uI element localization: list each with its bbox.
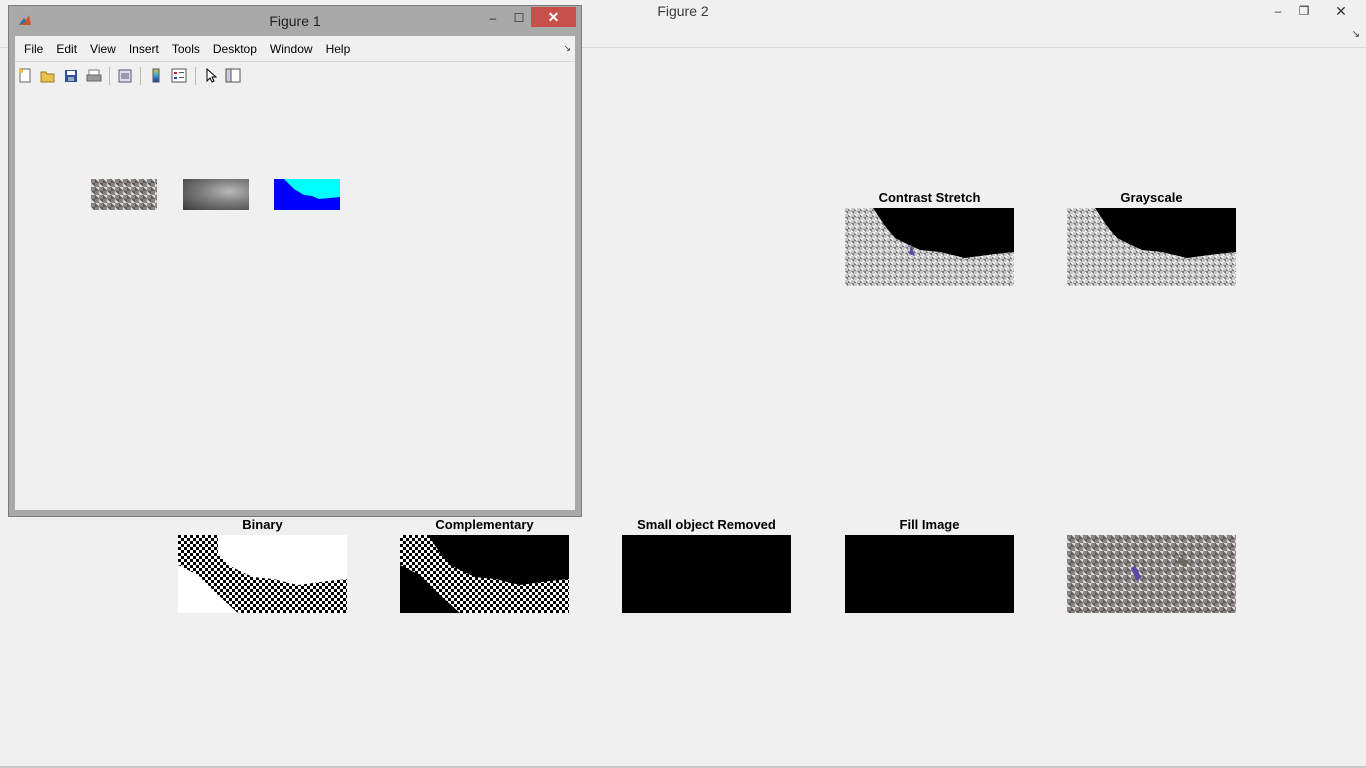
open-file-icon[interactable]	[40, 68, 56, 83]
save-icon[interactable]	[63, 68, 79, 83]
subplot-title-grayscale: Grayscale	[1120, 190, 1183, 205]
subplot-small-object-removed-image	[622, 535, 791, 613]
subplot-grayscale-image	[1067, 208, 1236, 286]
toolbar-separator	[140, 67, 141, 85]
thumbnail-grayscale-image	[183, 179, 249, 210]
subplot-title-binary: Binary	[242, 517, 283, 532]
subplot-contrast-stretch-image	[845, 208, 1014, 286]
figure2-close-button[interactable]: ✕	[1318, 0, 1364, 22]
figure1-axes-area	[15, 90, 575, 510]
insert-colorbar-icon[interactable]	[148, 68, 164, 83]
figure1-client-area: File Edit View Insert Tools Desktop Window Help…	[15, 36, 575, 510]
dock-figure-icon[interactable]: ↘	[1352, 29, 1360, 40]
figure1-minimize-button[interactable]: –	[481, 8, 505, 28]
subplot-fill-image	[845, 535, 1014, 613]
subplot-result-image	[1067, 535, 1236, 613]
figure2-minimize-button[interactable]: –	[1266, 0, 1290, 22]
figure1-close-button[interactable]: ✕	[531, 7, 576, 27]
figure1-toolbar	[15, 61, 575, 91]
subplot-title-contrast-stretch: Contrast Stretch	[878, 190, 981, 205]
menu-edit[interactable]: Edit	[47, 36, 77, 62]
menu-tools[interactable]: Tools	[163, 36, 200, 62]
insert-legend-icon[interactable]	[171, 68, 187, 83]
menu-view[interactable]: View	[81, 36, 116, 62]
figure1-window: Figure 1 – ☐ ✕ File Edit View Insert Tools De…	[8, 5, 582, 517]
dock-figure-icon[interactable]: ↘	[563, 43, 571, 54]
menu-file[interactable]: File	[15, 36, 43, 62]
menu-insert[interactable]: Insert	[120, 36, 159, 62]
print-icon[interactable]	[86, 68, 102, 83]
figure1-menubar: File Edit View Insert Tools Desktop Window Help…	[15, 36, 575, 61]
print-preview-icon[interactable]	[117, 68, 133, 83]
menu-help[interactable]: Help	[317, 36, 351, 62]
figure2-restore-button[interactable]: ❐	[1292, 0, 1316, 22]
subplot-title-complementary: Complementary	[435, 517, 534, 532]
figure1-maximize-button[interactable]: ☐	[507, 8, 531, 28]
toolbar-separator	[195, 67, 196, 85]
thumbnail-segmented-color-image	[274, 179, 340, 210]
menu-window[interactable]: Window	[261, 36, 313, 62]
new-figure-icon[interactable]	[17, 68, 33, 83]
toolbar-separator	[109, 67, 110, 85]
subplot-binary-image	[178, 535, 347, 613]
subplot-complementary-image	[400, 535, 569, 613]
subplot-title-small-object-removed: Small object Removed	[637, 517, 776, 532]
subplot-title-fill-image: Fill Image	[899, 517, 960, 532]
menu-desktop[interactable]: Desktop	[204, 36, 257, 62]
edit-plot-icon[interactable]	[203, 68, 219, 83]
thumbnail-original-image	[91, 179, 157, 210]
show-plot-tools-icon[interactable]	[225, 68, 241, 83]
